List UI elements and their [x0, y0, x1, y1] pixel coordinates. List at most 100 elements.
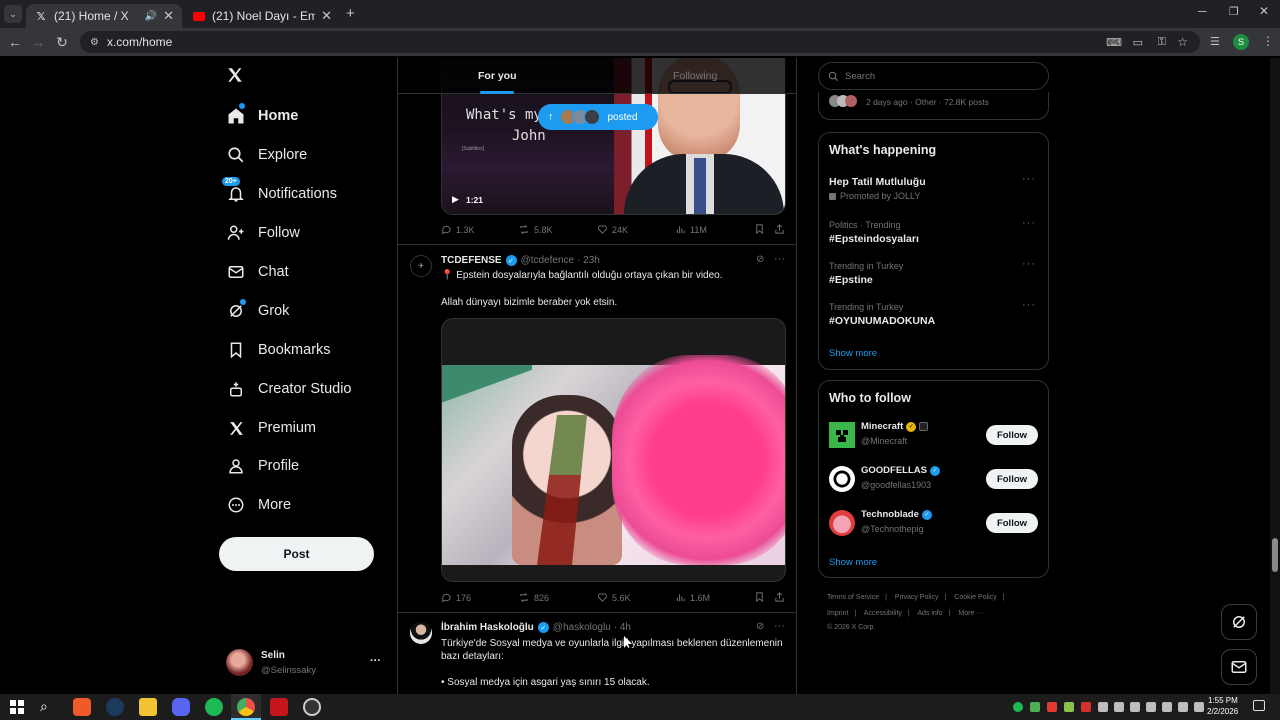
notification-center-icon[interactable] [1253, 700, 1265, 711]
site-info-icon[interactable]: ⚙ [90, 37, 99, 48]
views-button[interactable]: 11M [675, 224, 707, 235]
nav-bookmarks[interactable]: Bookmarks [226, 335, 331, 365]
account-more-icon[interactable]: ··· [370, 655, 381, 667]
like-button[interactable]: 24K [597, 224, 628, 235]
speaker-icon[interactable]: 🔊 [145, 11, 157, 22]
network-icon[interactable] [1194, 702, 1204, 712]
footer-link[interactable]: Terms of Service [827, 594, 879, 601]
footer-link[interactable]: Privacy Policy [895, 594, 939, 601]
pdf-app-icon[interactable] [270, 698, 288, 716]
follow-suggestion[interactable]: Minecraft ✓ @Minecraft Follow [819, 419, 1048, 455]
footer-link[interactable]: Accessibility [864, 610, 902, 617]
search-input[interactable]: Search [818, 62, 1049, 90]
more-options-icon[interactable]: ··· [774, 253, 785, 265]
spotify-tray-icon[interactable] [1013, 702, 1023, 712]
trend-item[interactable]: Trending in Turkey #Epstine [829, 261, 1039, 286]
minimize-window-button[interactable]: ─ [1198, 4, 1207, 18]
follow-button[interactable]: Follow [986, 425, 1038, 445]
file-explorer-icon[interactable] [139, 698, 157, 716]
follow-suggestion[interactable]: GOODFELLAS ✓ @goodfellas1903 Follow [819, 463, 1048, 499]
trend-item[interactable]: Trending in Turkey #OYUNUMADOKUNA [829, 302, 1039, 327]
nav-explore[interactable]: Explore [226, 140, 307, 170]
tab-following[interactable]: Following [673, 70, 717, 82]
tab-for-you[interactable]: For you [478, 70, 517, 82]
scrollbar-track[interactable] [1270, 58, 1280, 694]
clock-date[interactable]: 2/2/2026 [1207, 707, 1238, 716]
steam-icon[interactable] [106, 698, 124, 716]
footer-link[interactable]: More ··· [958, 610, 983, 617]
x-logo-icon[interactable] [226, 66, 246, 88]
follow-button[interactable]: Follow [986, 469, 1038, 489]
grok-icon[interactable]: ⊘ [756, 254, 764, 265]
scrollbar-thumb[interactable] [1272, 538, 1278, 572]
obs-icon[interactable] [303, 698, 321, 716]
profile-avatar-button[interactable]: S [1233, 34, 1249, 50]
bookmark-button[interactable] [754, 591, 769, 603]
footer-link[interactable]: Cookie Policy [954, 594, 996, 601]
trend-more-icon[interactable]: ··· [1022, 258, 1036, 270]
trend-item[interactable]: Hep Tatil Mutluluğu Promoted by JOLLY [829, 176, 1039, 201]
browser-tab-youtube[interactable]: (21) Noel Dayı - Eminem (Yetişk ✕ [184, 4, 340, 28]
address-bar[interactable]: ⚙ x.com/home ⌨ ▭ ⚿ ☆ [80, 31, 1200, 53]
nav-premium[interactable]: Premium [226, 413, 316, 443]
close-tab-icon[interactable]: ✕ [321, 8, 332, 24]
close-window-button[interactable]: ✕ [1259, 4, 1269, 18]
follow-button[interactable]: Follow [986, 513, 1038, 533]
browser-tab-home[interactable]: 𝕏 (21) Home / X 🔊 ✕ [26, 4, 182, 28]
trend-item[interactable]: Politics · Trending #Epsteindosyaları [829, 220, 1039, 245]
like-button[interactable]: 5.6K [597, 592, 631, 603]
tray-icon[interactable] [1130, 702, 1140, 712]
spotify-icon[interactable] [205, 698, 223, 716]
share-button[interactable] [774, 591, 789, 603]
avatar[interactable] [410, 622, 432, 644]
post-button[interactable]: Post [219, 537, 374, 571]
nav-grok[interactable]: Grok [226, 296, 289, 326]
tray-icon[interactable] [1146, 702, 1156, 712]
messages-floating-button[interactable] [1221, 649, 1257, 685]
tray-icon[interactable] [1030, 702, 1040, 712]
new-tab-button[interactable]: + [346, 5, 355, 22]
grok-floating-button[interactable] [1221, 604, 1257, 640]
tray-icon[interactable] [1081, 702, 1091, 712]
nav-creator-studio[interactable]: Creator Studio [226, 374, 352, 404]
clock-time[interactable]: 1:55 PM [1208, 696, 1238, 705]
new-posts-pill[interactable]: ↑ posted [538, 104, 658, 130]
reload-icon[interactable]: ↻ [50, 30, 74, 54]
windows-start-icon[interactable] [10, 700, 24, 714]
trend-more-icon[interactable]: ··· [1022, 217, 1036, 229]
show-more-link[interactable]: Show more [829, 557, 877, 568]
discord-icon[interactable] [172, 698, 190, 716]
forward-arrow-icon[interactable]: → [26, 30, 50, 54]
tray-icon[interactable] [1064, 702, 1074, 712]
close-tab-icon[interactable]: ✕ [163, 8, 174, 24]
follow-suggestion[interactable]: Technoblade ✓ @Technothepig Follow [819, 507, 1048, 543]
nav-home[interactable]: Home [226, 101, 298, 131]
avatar[interactable]: ✈ [410, 255, 432, 277]
star-bookmark-icon[interactable]: ☆ [1177, 35, 1188, 49]
tray-icon[interactable] [1047, 702, 1057, 712]
post-author[interactable]: TCDEFENSE ✓ @tcdefence · 23h [441, 255, 600, 266]
back-arrow-icon[interactable]: ← [3, 30, 27, 54]
cast-icon[interactable]: ▭ [1133, 36, 1143, 49]
nav-profile[interactable]: Profile [226, 451, 299, 481]
more-options-icon[interactable]: ··· [774, 620, 785, 632]
grok-icon[interactable]: ⊘ [756, 621, 764, 632]
share-button[interactable] [774, 223, 789, 235]
trend-more-icon[interactable]: ··· [1022, 173, 1036, 185]
brave-browser-icon[interactable] [73, 698, 91, 716]
tray-icon[interactable] [1178, 702, 1188, 712]
translate-icon[interactable]: ⌨ [1106, 36, 1122, 49]
tab-media-icon[interactable]: ☰ [1210, 35, 1220, 48]
tray-icon[interactable] [1098, 702, 1108, 712]
post-video[interactable] [441, 318, 786, 582]
reply-button[interactable]: 176 [441, 592, 471, 603]
footer-link[interactable]: Ads info [917, 610, 942, 617]
reply-button[interactable]: 1.3K [441, 224, 475, 235]
trend-more-icon[interactable]: ··· [1022, 299, 1036, 311]
tray-icon[interactable] [1114, 702, 1124, 712]
tab-search-button[interactable]: ⌄ [4, 5, 22, 23]
repost-button[interactable]: 5.8K [518, 224, 553, 235]
footer-link[interactable]: Imprint [827, 610, 848, 617]
nav-chat[interactable]: Chat [226, 257, 289, 287]
views-button[interactable]: 1.6M [675, 592, 710, 603]
